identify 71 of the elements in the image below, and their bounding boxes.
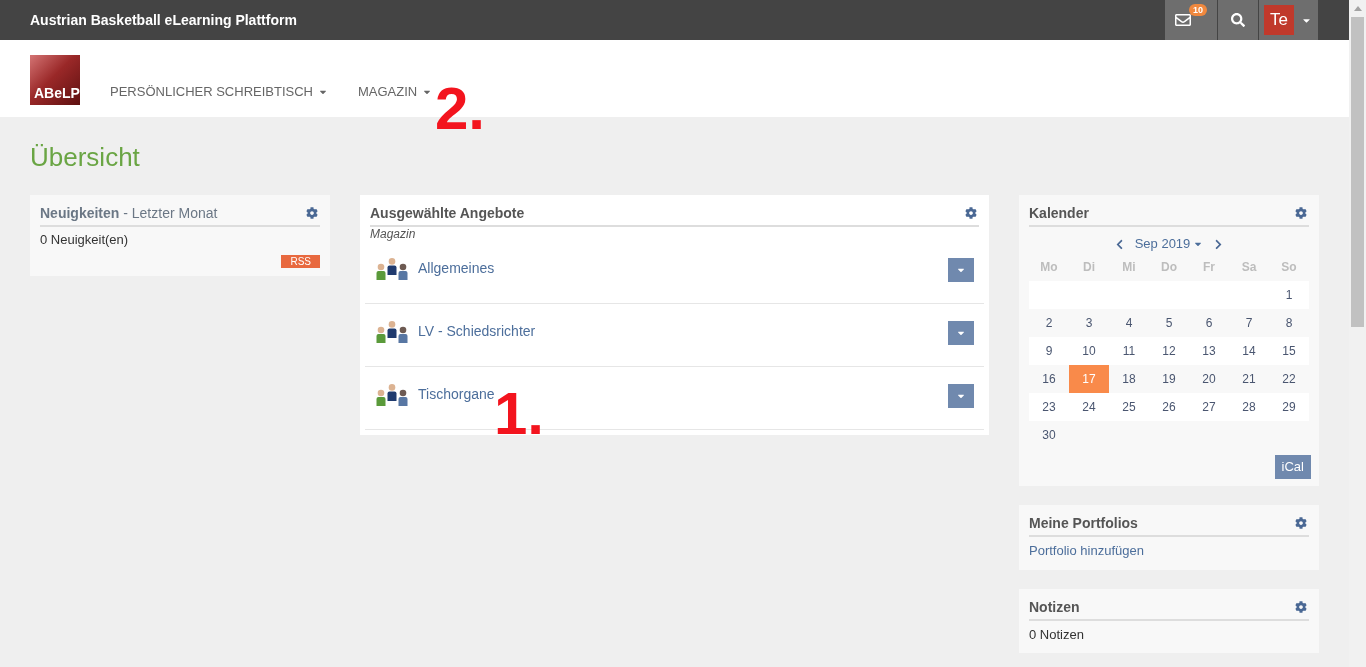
calendar-day[interactable]: 21 (1229, 365, 1269, 393)
category-label: Magazin (370, 227, 416, 241)
avatar: Te (1264, 5, 1294, 35)
settings-icon[interactable] (306, 207, 318, 219)
calendar-day[interactable]: 11 (1109, 337, 1149, 365)
calendar-day[interactable]: 12 (1149, 337, 1189, 365)
nav-menu-item[interactable]: MAGAZIN (358, 84, 433, 100)
calendar-day[interactable]: 20 (1189, 365, 1229, 393)
calendar-day[interactable]: 28 (1229, 393, 1269, 421)
course-link[interactable]: Tischorgane (418, 385, 495, 403)
add-portfolio-link[interactable]: Portfolio hinzufügen (1029, 543, 1144, 559)
settings-icon[interactable] (1295, 601, 1307, 613)
calendar-day[interactable]: 29 (1269, 393, 1309, 421)
calendar-day[interactable]: 13 (1189, 337, 1229, 365)
calendar-day[interactable]: 6 (1189, 309, 1229, 337)
search-icon (1231, 13, 1245, 27)
course-link[interactable]: Allgemeines (418, 259, 495, 277)
people-group-icon (375, 384, 409, 406)
logo[interactable]: ABeLP (30, 55, 80, 105)
calendar-day[interactable]: 8 (1269, 309, 1309, 337)
ical-button[interactable]: iCal (1274, 455, 1311, 479)
calendar-day[interactable]: 30 (1029, 421, 1069, 449)
card-title: Kalender (1029, 205, 1089, 221)
calendar-day[interactable]: 25 (1109, 393, 1149, 421)
search-button[interactable] (1218, 0, 1258, 40)
user-menu-button[interactable]: Te (1259, 0, 1318, 40)
mail-icon (1175, 12, 1191, 28)
news-count: 0 Neuigkeit(en) (40, 232, 129, 248)
weekday-label: Mi (1121, 259, 1137, 275)
calendar-day[interactable]: 3 (1069, 309, 1109, 337)
settings-icon[interactable] (965, 207, 977, 219)
weekday-label: Mo (1039, 259, 1059, 275)
calendar-day[interactable]: 22 (1269, 365, 1309, 393)
calendar-day[interactable]: 5 (1149, 309, 1189, 337)
people-group-icon (375, 321, 409, 343)
weekday-label: So (1280, 259, 1298, 275)
calendar-day[interactable]: 9 (1029, 337, 1069, 365)
calendar-day[interactable]: 10 (1069, 337, 1109, 365)
calendar-day[interactable]: 2 (1029, 309, 1069, 337)
calendar-day[interactable]: 7 (1229, 309, 1269, 337)
nav-menu-item[interactable]: PERSÖNLICHER SCHREIBTISCH (110, 84, 328, 100)
calendar-day[interactable]: 24 (1069, 393, 1109, 421)
calendar-day[interactable]: 16 (1029, 365, 1069, 393)
page-title: Übersicht (30, 142, 140, 172)
site-title: Austrian Basketball eLearning Plattform (30, 12, 297, 28)
calendar-day[interactable]: 19 (1149, 365, 1189, 393)
calendar-day[interactable]: 15 (1269, 337, 1309, 365)
weekday-label: Sa (1240, 259, 1258, 275)
annotation-number: 1. (494, 384, 545, 444)
calendar-day[interactable]: 23 (1029, 393, 1069, 421)
settings-icon[interactable] (1295, 517, 1307, 529)
calendar-day[interactable]: 14 (1229, 337, 1269, 365)
weekday-label: Do (1160, 259, 1178, 275)
notes-count: 0 Notizen (1029, 627, 1084, 643)
weekday-label: Di (1082, 259, 1096, 275)
card-title: Ausgewählte Angebote (370, 205, 525, 221)
card-title: Meine Portfolios (1029, 515, 1138, 531)
unread-badge: 10 (1189, 4, 1207, 16)
card-title: Neuigkeiten - Letzter Monat (40, 205, 218, 221)
calendar-day[interactable]: 27 (1189, 393, 1229, 421)
weekday-label: Fr (1202, 259, 1216, 275)
month-picker-button[interactable]: Sep 2019 (1134, 235, 1204, 253)
settings-icon[interactable] (1295, 207, 1307, 219)
course-link[interactable]: LV - Schiedsrichter (418, 322, 536, 340)
calendar-day[interactable]: 1 (1269, 281, 1309, 309)
people-group-icon (375, 258, 409, 280)
calendar-day[interactable]: 4 (1109, 309, 1149, 337)
calendar-day[interactable]: 26 (1149, 393, 1189, 421)
annotation-number: 2. (435, 79, 486, 139)
calendar-day[interactable]: 18 (1109, 365, 1149, 393)
card-title: Notizen (1029, 599, 1080, 615)
